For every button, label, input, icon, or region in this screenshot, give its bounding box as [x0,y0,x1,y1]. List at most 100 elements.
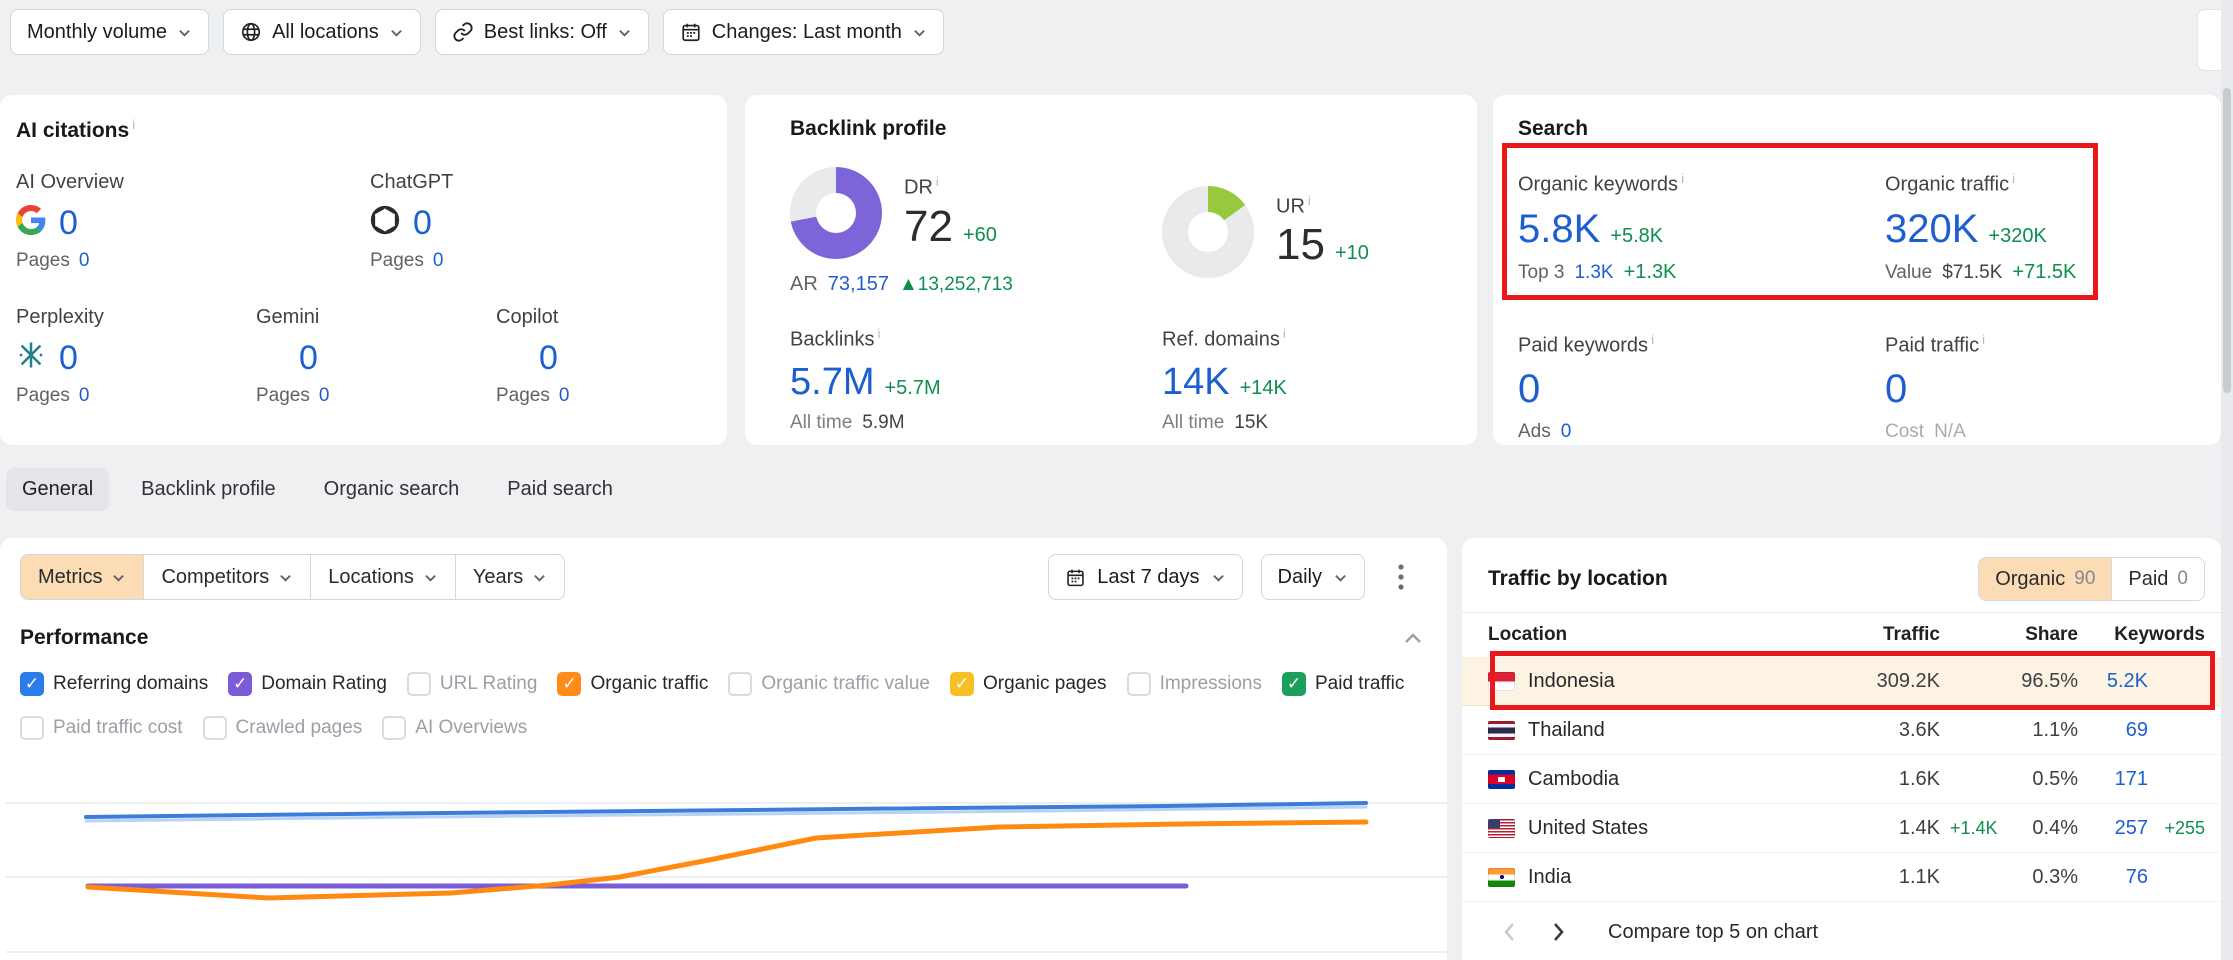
segment-button[interactable]: Locations [310,554,456,600]
collapse-chevron-up-icon[interactable] [1403,631,1423,645]
pages-count-link[interactable]: 0 [79,385,90,407]
toolbar-filter-button[interactable]: Changes: Last month [663,9,944,55]
table-row[interactable]: India 1.1K 0.3% 76 [1462,853,2221,902]
checkbox[interactable] [228,672,252,696]
checkbox[interactable] [382,716,406,740]
search-sub-value[interactable]: $71.5K [1942,262,2002,284]
scrollbar-thumb[interactable] [2223,88,2231,393]
toggle-button[interactable]: Paid 0 [2111,558,2204,600]
segment-button[interactable]: Competitors [143,554,311,600]
metric-toggle[interactable]: Referring domains [20,672,208,696]
ahrefs-rank-row: AR 73,157 ▲13,252,713 [790,273,1162,296]
toolbar-filter-button[interactable]: All locations [223,9,421,55]
ar-value-link[interactable]: 73,157 [828,273,889,296]
section-tab[interactable]: General [6,468,109,511]
table-row[interactable]: Indonesia 309.2K 96.5% 5.2K [1462,657,2221,706]
metric-label: Organic traffic value [761,673,930,695]
partial-button[interactable] [2197,9,2221,71]
search-metric-change: +320K [1988,225,2046,248]
checkbox[interactable] [407,672,431,696]
metric-toggle[interactable]: Organic traffic value [728,672,930,696]
keywords-link[interactable]: 5.2K [2107,670,2148,693]
column-traffic[interactable]: Traffic [1883,624,1940,646]
keywords-link[interactable]: 171 [2115,768,2148,791]
pages-count-link[interactable]: 0 [319,385,330,407]
next-page-button[interactable] [1551,920,1566,944]
search-metric-change: +5.8K [1610,225,1663,248]
table-row[interactable]: Thailand 3.6K 1.1% 69 [1462,706,2221,755]
search-sub-value[interactable]: N/A [1934,421,1966,443]
search-metric-value[interactable]: 5.8K [1518,207,1600,252]
metric-toggle[interactable]: Impressions [1127,672,1262,696]
keywords-link[interactable]: 257 [2115,817,2148,840]
metric-toggle[interactable]: Organic traffic [557,672,708,696]
search-title: Search [1518,117,2221,141]
metric-toggle[interactable]: AI Overviews [382,716,527,740]
toggle-button[interactable]: Organic 90 [1979,558,2111,600]
column-location[interactable]: Location [1462,624,1810,646]
metric-label: Paid traffic cost [53,717,183,739]
checkbox[interactable] [203,716,227,740]
chevron-down-icon [1211,571,1226,584]
metric-toggle[interactable]: Paid traffic [1282,672,1404,696]
pages-count-link[interactable]: 0 [79,250,90,272]
column-share[interactable]: Share [2025,624,2078,646]
date-range-button[interactable]: Last 7 days [1048,554,1242,600]
checkbox[interactable] [20,672,44,696]
section-tab[interactable]: Organic search [308,468,476,511]
search-metric-value[interactable]: 0 [1885,367,1907,412]
keywords-link[interactable]: 76 [2126,866,2148,889]
prev-page-button[interactable] [1502,920,1517,944]
toolbar-filter-button[interactable]: Best links: Off [435,9,649,55]
alltime-value: 5.9M [862,412,904,434]
metric-label: Domain Rating [261,673,387,695]
metric-toggle[interactable]: Paid traffic cost [20,716,183,740]
search-metric-label: Organic keywords [1518,174,1678,196]
segment-button[interactable]: Metrics [20,554,144,600]
pages-count-link[interactable]: 0 [433,250,444,272]
table-row[interactable]: United States 1.4K +1.4K 0.4% 257 +255 [1462,804,2221,853]
search-sub-value[interactable]: 1.3K [1574,262,1613,284]
search-metric-value[interactable]: 0 [1518,367,1540,412]
search-sub-value[interactable]: 0 [1561,421,1572,443]
country-name: Cambodia [1528,768,1619,791]
granularity-button[interactable]: Daily [1261,554,1365,600]
metric-toggle[interactable]: Domain Rating [228,672,387,696]
section-tab[interactable]: Paid search [491,468,629,511]
checkbox[interactable] [557,672,581,696]
segment-button[interactable]: Years [455,554,565,600]
section-tab[interactable]: Backlink profile [125,468,292,511]
share-value: 96.5% [2021,670,2078,693]
metric-toggle[interactable]: Organic pages [950,672,1107,696]
alltime-value: 15K [1234,412,1268,434]
more-options-button[interactable] [1383,554,1419,600]
backlinks-value[interactable]: 5.7M [790,361,874,404]
checkbox[interactable] [1127,672,1151,696]
dr-label: DR [904,177,933,199]
checkbox[interactable] [728,672,752,696]
compare-top5-label[interactable]: Compare top 5 on chart [1608,921,1818,944]
metric-toggle[interactable]: URL Rating [407,672,538,696]
ai-citation-value-row: 0 [16,203,370,243]
dr-value: 72 [904,202,953,251]
share-value: 0.5% [2032,768,2078,791]
checkbox[interactable] [1282,672,1306,696]
pages-count-link[interactable]: 0 [559,385,570,407]
search-card: Search Organic keywordsi 5.8K+5.8K Top 3… [1493,95,2221,445]
chevron-down-icon [177,26,192,39]
keywords-link[interactable]: 69 [2126,719,2148,742]
table-row[interactable]: Cambodia 1.6K 0.5% 171 [1462,755,2221,804]
perplexity-icon [16,340,46,370]
column-keywords[interactable]: Keywords [2114,624,2205,646]
checkbox[interactable] [950,672,974,696]
search-metric-value[interactable]: 320K [1885,207,1978,252]
ref-domains-value[interactable]: 14K [1162,361,1230,404]
search-metric-label: Paid traffic [1885,334,1979,356]
toolbar-filter-button[interactable]: Monthly volume [10,9,209,55]
metric-toggle[interactable]: Crawled pages [203,716,363,740]
checkbox[interactable] [20,716,44,740]
scrollbar-track[interactable] [2221,0,2233,960]
country-flag-icon [1488,868,1515,887]
chevron-down-icon [912,26,927,39]
granularity-label: Daily [1278,566,1322,589]
